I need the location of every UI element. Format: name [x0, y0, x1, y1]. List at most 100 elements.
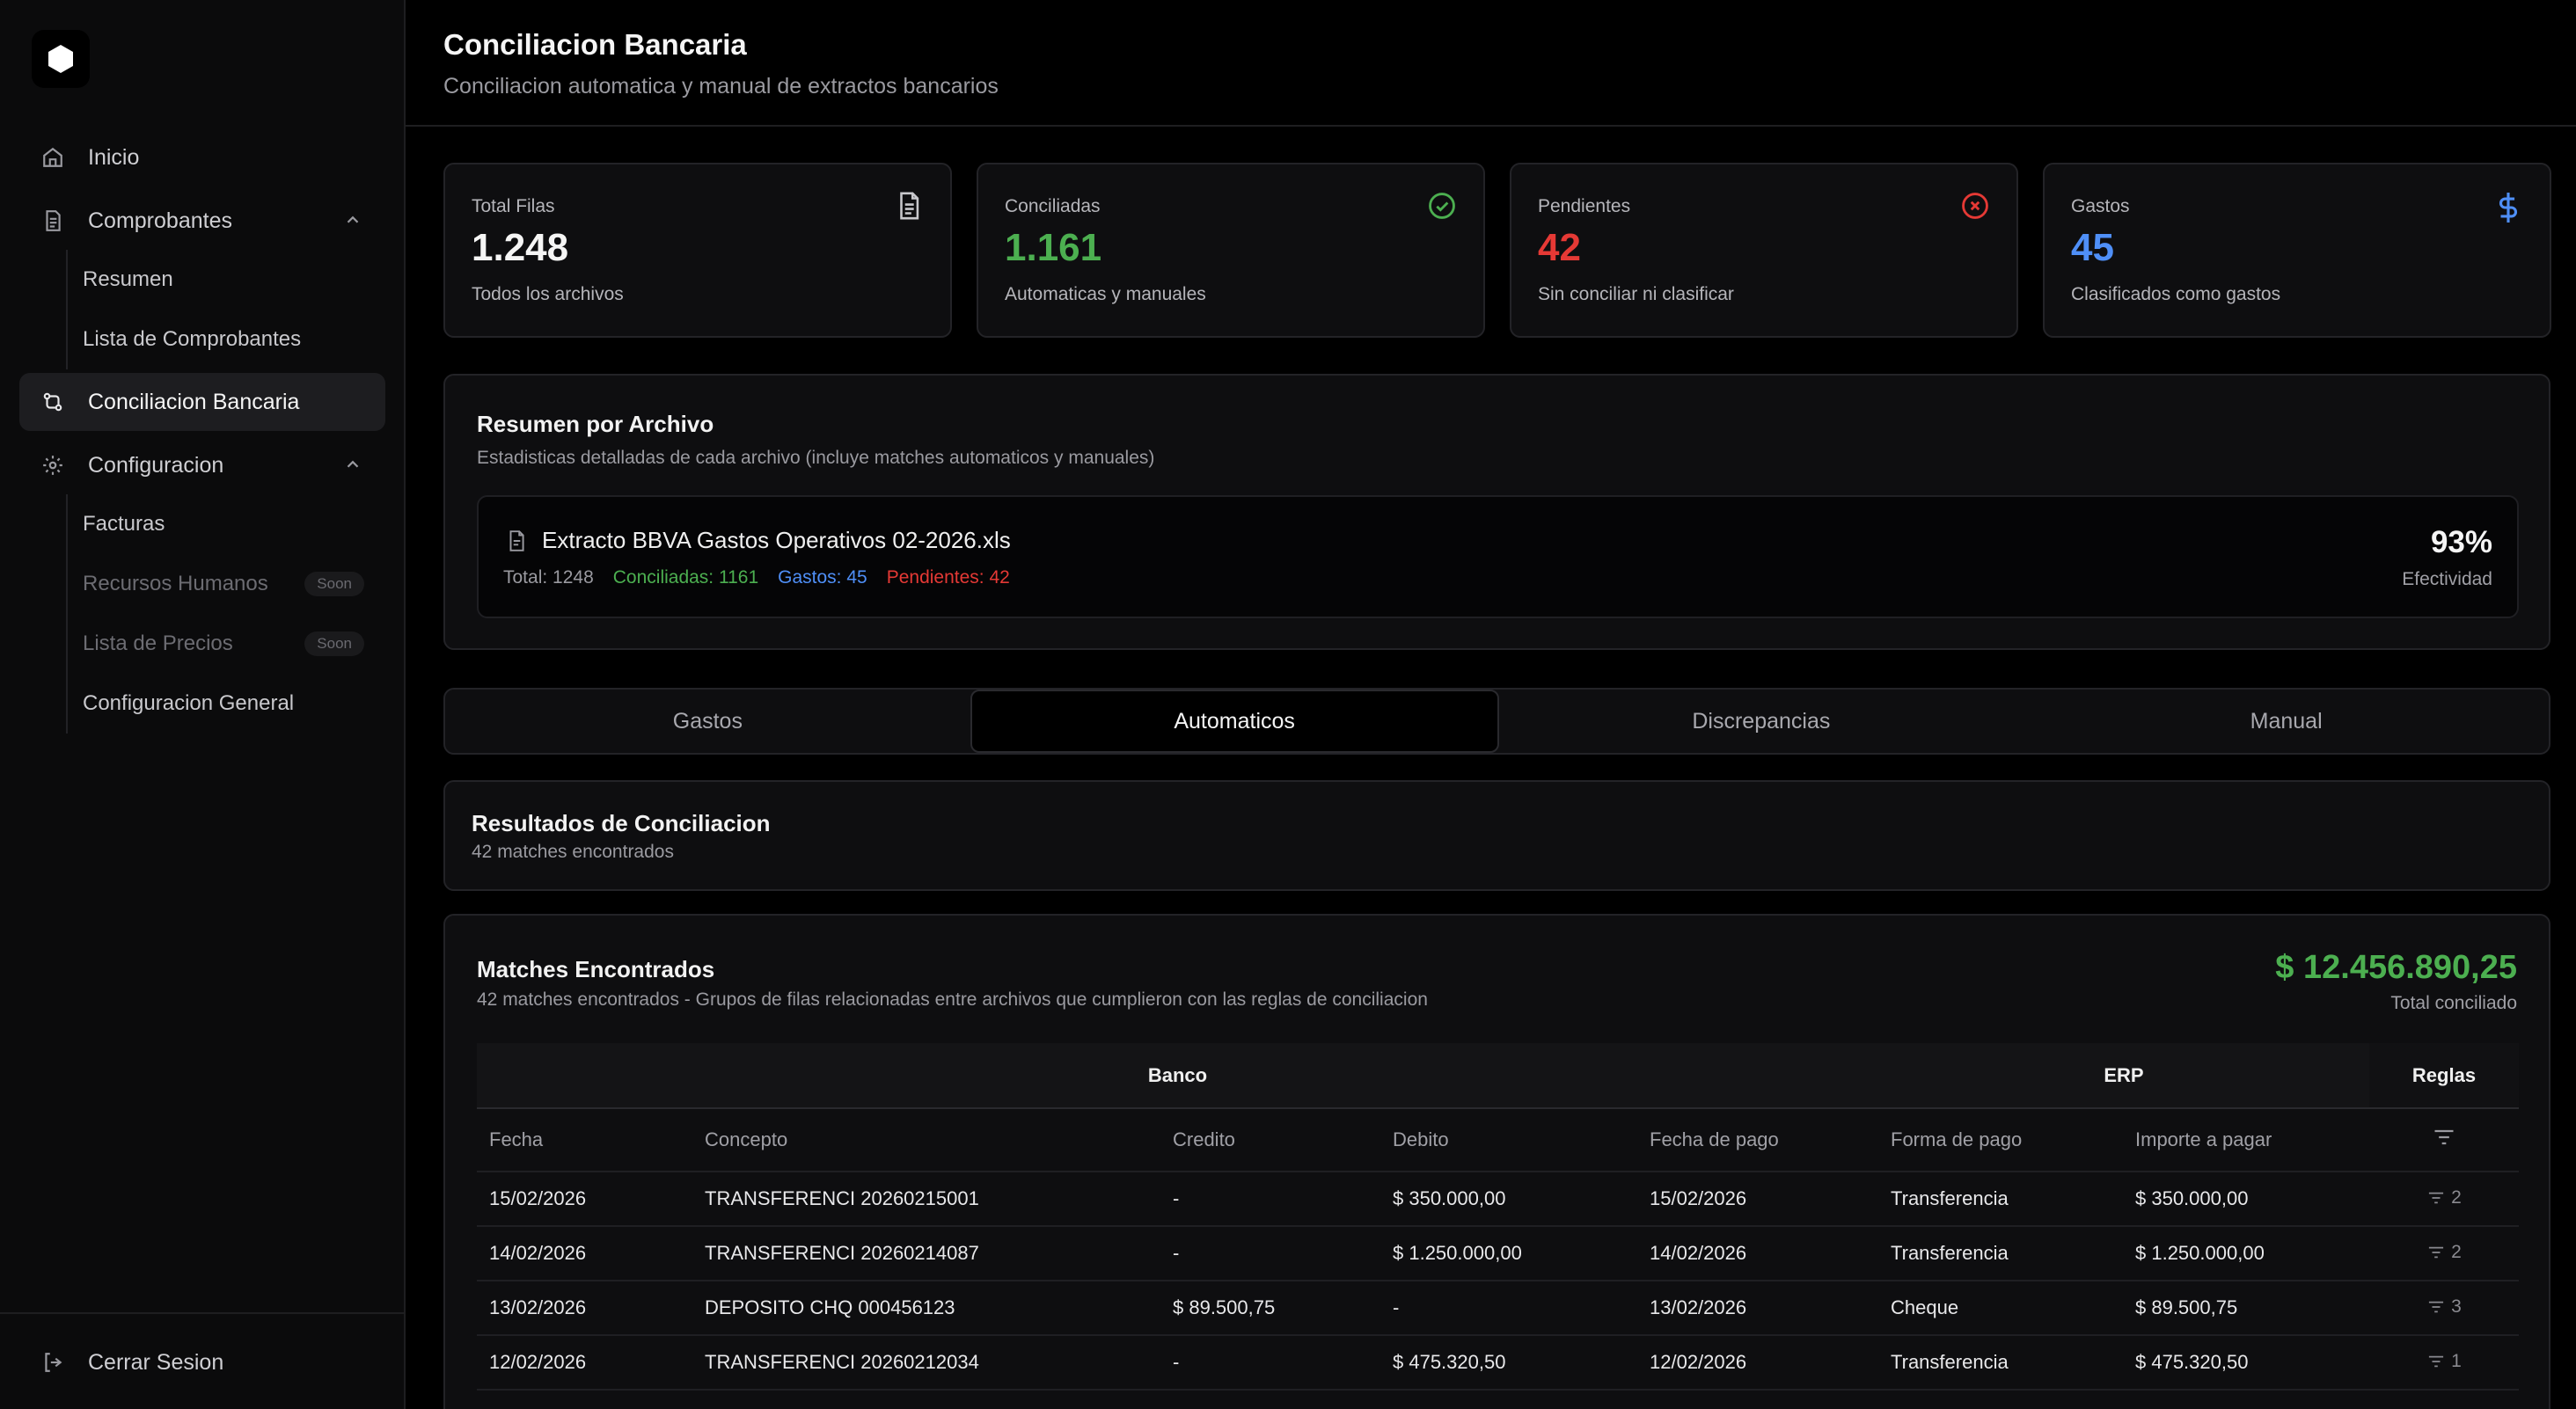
logout-button[interactable]: Cerrar Sesion: [19, 1333, 385, 1391]
sidebar-item-recursos-humanos: Recursos Humanos Soon: [19, 554, 385, 614]
tab-automaticos[interactable]: Automaticos: [970, 690, 1499, 753]
sidebar-item-comprobantes[interactable]: Comprobantes: [19, 192, 385, 250]
cell-fecha: 14/02/2026: [477, 1226, 692, 1281]
sidebar-item-conciliacion[interactable]: Conciliacion Bancaria: [19, 373, 385, 431]
cell-fecha-pago: 14/02/2026: [1637, 1226, 1878, 1281]
sidebar-nav: Inicio Comprobantes Resumen Lista de Com…: [19, 128, 385, 734]
chevron-up-icon[interactable]: [343, 455, 362, 480]
sidebar-item-inicio[interactable]: Inicio: [19, 128, 385, 186]
chevron-up-icon[interactable]: [343, 210, 362, 236]
matches-panel: Matches Encontrados 42 matches encontrad…: [443, 914, 2550, 1409]
file-name: Extracto BBVA Gastos Operativos 02-2026.…: [542, 527, 1011, 553]
section-desc: 42 matches encontrados - Grupos de filas…: [477, 989, 1428, 1010]
tab-gastos[interactable]: Gastos: [445, 690, 970, 753]
logout-label: Cerrar Sesion: [88, 1349, 224, 1375]
cell-concepto: DEPOSITO CHQ 000456123: [692, 1281, 1160, 1336]
cell-forma-pago: Transferencia: [1878, 1172, 2123, 1227]
col-forma-pago[interactable]: Forma de pago: [1878, 1108, 2123, 1172]
col-fecha[interactable]: Fecha: [477, 1108, 692, 1172]
col-credito[interactable]: Credito: [1160, 1108, 1380, 1172]
table-group-header: Banco ERP Reglas: [477, 1043, 2519, 1109]
sidebar-item-config-general[interactable]: Configuracion General: [19, 674, 385, 734]
group-banco: Banco: [477, 1043, 1878, 1109]
soon-badge: Soon: [304, 631, 364, 656]
file-gastos: Gastos: 45: [778, 567, 867, 588]
sidebar-item-label: Recursos Humanos: [83, 572, 268, 595]
col-importe[interactable]: Importe a pagar: [2123, 1108, 2369, 1172]
cell-credito: -: [1160, 1335, 1380, 1391]
matches-table: Banco ERP Reglas Fecha Concepto Credito …: [477, 1043, 2519, 1391]
cell-forma-pago: Cheque: [1878, 1281, 2123, 1336]
stat-card-conciliadas: Conciliadas 1.161 Automaticas y manuales: [977, 163, 1485, 338]
tab-manual[interactable]: Manual: [2023, 690, 2549, 753]
col-concepto[interactable]: Concepto: [692, 1108, 1160, 1172]
filter-icon: [2429, 1192, 2444, 1203]
col-debito[interactable]: Debito: [1380, 1108, 1637, 1172]
dollar-icon: [2493, 191, 2523, 229]
cell-importe: $ 350.000,00: [2123, 1172, 2369, 1227]
file-summary-panel: Resumen por Archivo Estadisticas detalla…: [443, 374, 2550, 650]
check-circle-icon: [1427, 191, 1457, 225]
main-content: Conciliacion Bancaria Conciliacion autom…: [406, 0, 2576, 1409]
sidebar-footer: Cerrar Sesion: [0, 1312, 404, 1409]
sidebar-item-facturas[interactable]: Facturas: [19, 494, 385, 554]
table-row[interactable]: 13/02/2026 DEPOSITO CHQ 000456123 $ 89.500…: [477, 1281, 2519, 1336]
page-subtitle: Conciliacion automatica y manual de extr…: [443, 74, 999, 99]
stat-card-pendientes: Pendientes 42 Sin conciliar ni clasifica…: [1510, 163, 2018, 338]
sidebar-item-label: Comprobantes: [88, 208, 232, 233]
table-row[interactable]: 12/02/2026 TRANSFERENCI 20260212034- $ 475…: [477, 1335, 2519, 1391]
col-reglas[interactable]: [2369, 1108, 2519, 1172]
cell-fecha-pago: 12/02/2026: [1637, 1335, 1878, 1391]
sidebar-item-resumen[interactable]: Resumen: [19, 250, 385, 310]
total-conciliado-label: Total conciliado: [2390, 993, 2517, 1013]
cell-forma-pago: Transferencia: [1878, 1226, 2123, 1281]
stat-label: Total Filas: [472, 196, 555, 216]
results-panel: Resultados de Conciliacion 42 matches en…: [443, 780, 2550, 891]
document-icon: [39, 207, 67, 235]
section-desc: Estadisticas detalladas de cada archivo …: [477, 448, 1155, 468]
rules-count[interactable]: 2: [2426, 1242, 2462, 1263]
stat-card-total-filas: Total Filas 1.248 Todos los archivos: [443, 163, 952, 338]
stat-value: 1.248: [472, 226, 569, 269]
stat-label: Conciliadas: [1005, 196, 1101, 216]
gear-icon: [39, 451, 67, 479]
sidebar-item-label: Conciliacion Bancaria: [88, 389, 300, 414]
rules-count[interactable]: 3: [2426, 1296, 2462, 1318]
cell-reglas[interactable]: 3: [2369, 1281, 2519, 1336]
cell-fecha: 13/02/2026: [477, 1281, 692, 1336]
section-title: Matches Encontrados: [477, 956, 715, 982]
total-conciliado-value: $ 12.456.890,25: [2275, 949, 2517, 986]
logout-icon: [39, 1348, 67, 1376]
sidebar-item-lista-precios: Lista de Precios Soon: [19, 614, 385, 674]
sidebar-item-lista-comprobantes[interactable]: Lista de Comprobantes: [19, 310, 385, 369]
filter-icon[interactable]: [2432, 1129, 2456, 1152]
app-logo[interactable]: [32, 30, 90, 88]
cell-concepto: TRANSFERENCI 20260214087: [692, 1226, 1160, 1281]
cell-debito: $ 1.250.000,00: [1380, 1226, 1637, 1281]
tab-discrepancias[interactable]: Discrepancias: [1499, 690, 2024, 753]
cell-debito: $ 350.000,00: [1380, 1172, 1637, 1227]
filter-icon: [2429, 1355, 2444, 1367]
col-fecha-pago[interactable]: Fecha de pago: [1637, 1108, 1878, 1172]
rules-count[interactable]: 2: [2426, 1187, 2462, 1208]
cell-reglas[interactable]: 2: [2369, 1172, 2519, 1227]
comprobantes-submenu: Resumen Lista de Comprobantes: [19, 250, 385, 369]
sidebar-item-label: Configuracion: [88, 452, 224, 478]
rules-count-value: 2: [2451, 1186, 2462, 1208]
cell-importe: $ 89.500,75: [2123, 1281, 2369, 1336]
cell-credito: $ 89.500,75: [1160, 1281, 1380, 1336]
stat-desc: Clasificados como gastos: [2071, 284, 2281, 304]
filter-icon: [2429, 1246, 2444, 1258]
table-row[interactable]: 15/02/2026 TRANSFERENCI 20260215001- $ 350…: [477, 1172, 2519, 1227]
cell-debito: $ 475.320,50: [1380, 1335, 1637, 1391]
cell-reglas[interactable]: 2: [2369, 1226, 2519, 1281]
rules-count[interactable]: 1: [2426, 1351, 2462, 1372]
table-row[interactable]: 14/02/2026 TRANSFERENCI 20260214087- $ 1.2…: [477, 1226, 2519, 1281]
stat-desc: Automaticas y manuales: [1005, 284, 1206, 304]
sidebar-item-configuracion[interactable]: Configuracion: [19, 436, 385, 494]
file-summary-row[interactable]: Extracto BBVA Gastos Operativos 02-2026.…: [477, 495, 2519, 618]
cell-concepto: TRANSFERENCI 20260212034: [692, 1335, 1160, 1391]
cell-reglas[interactable]: 1: [2369, 1335, 2519, 1391]
x-circle-icon: [1960, 191, 1990, 225]
sidebar-item-label: Lista de Comprobantes: [83, 327, 302, 351]
